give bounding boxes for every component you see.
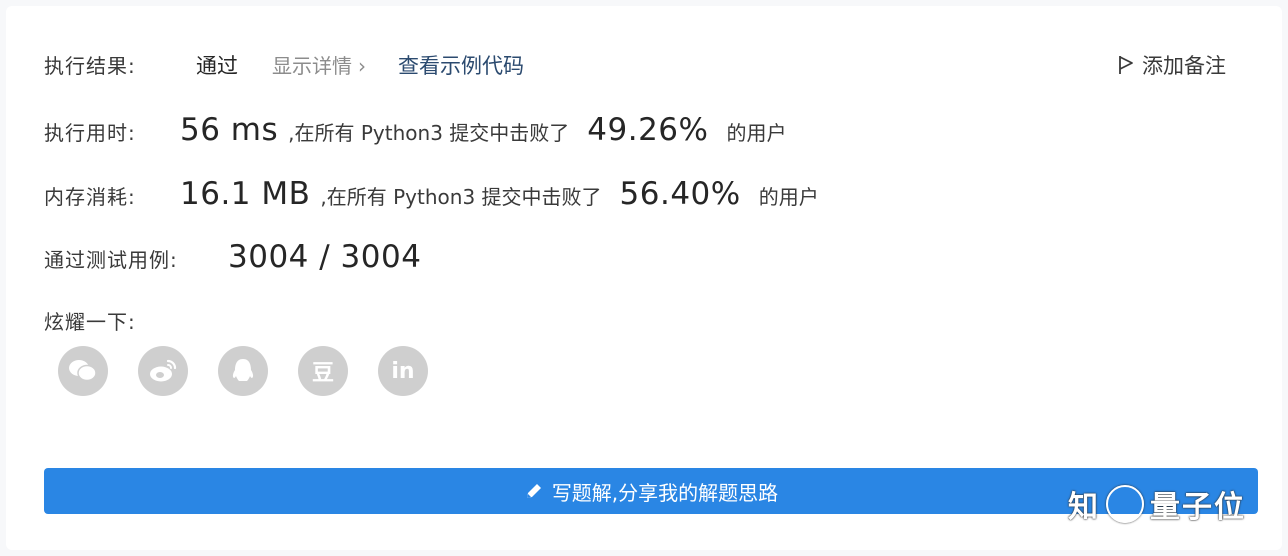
tests-label: 通过测试用例:: [44, 248, 178, 272]
runtime-label: 执行用时:: [44, 121, 136, 145]
share-row: 炫耀一下:: [44, 306, 136, 335]
tests-value: 3004 / 3004: [228, 239, 422, 275]
runtime-row: 执行用时: 56 ms ,在所有 Python3 提交中击败了 49.26% 的…: [44, 112, 786, 148]
qq-icon[interactable]: [218, 346, 268, 396]
memory-value: 16.1 MB: [180, 176, 311, 212]
submission-result-panel: 执行结果: 通过 显示详情 › 查看示例代码 添加备注 执行用时: 56 ms …: [6, 6, 1282, 550]
result-label: 执行结果:: [44, 54, 136, 78]
share-label: 炫耀一下:: [44, 310, 136, 334]
watermark-right: 量子位: [1150, 490, 1246, 525]
result-row: 执行结果: 通过 显示详情 › 查看示例代码: [44, 50, 524, 80]
runtime-phrase: ,在所有 Python3 提交中击败了: [288, 121, 570, 145]
wechat-logo-icon: [1106, 485, 1144, 523]
runtime-value: 56 ms: [180, 112, 279, 148]
linkedin-icon[interactable]: in: [378, 346, 428, 396]
memory-percent: 56.40%: [619, 176, 741, 212]
share-icons: 豆 in: [58, 346, 458, 396]
weibo-icon[interactable]: [138, 346, 188, 396]
watermark-left: 知: [1068, 490, 1100, 525]
memory-row: 内存消耗: 16.1 MB ,在所有 Python3 提交中击败了 56.40%…: [44, 176, 819, 212]
show-details-link[interactable]: 显示详情: [272, 50, 352, 79]
memory-phrase: ,在所有 Python3 提交中击败了: [320, 185, 602, 209]
pencil-icon: [526, 484, 541, 498]
watermark: 知 量子位: [1068, 482, 1246, 526]
memory-suffix: 的用户: [758, 185, 819, 209]
result-status: 通过: [196, 54, 238, 78]
chevron-right-icon[interactable]: ›: [358, 54, 366, 78]
flag-icon: [1119, 56, 1133, 74]
douban-glyph: 豆: [311, 361, 334, 386]
tests-row: 通过测试用例: 3004 / 3004: [44, 239, 421, 275]
linkedin-glyph: in: [391, 358, 415, 384]
wechat-icon[interactable]: [58, 346, 108, 396]
view-example-code-link[interactable]: 查看示例代码: [398, 50, 524, 80]
runtime-percent: 49.26%: [587, 112, 709, 148]
add-note-button[interactable]: 添加备注: [1118, 50, 1226, 80]
add-note-label: 添加备注: [1142, 54, 1226, 78]
memory-label: 内存消耗:: [44, 185, 136, 209]
runtime-suffix: 的用户: [726, 121, 787, 145]
write-solution-label: 写题解,分享我的解题思路: [551, 480, 779, 505]
douban-icon[interactable]: 豆: [298, 346, 348, 396]
